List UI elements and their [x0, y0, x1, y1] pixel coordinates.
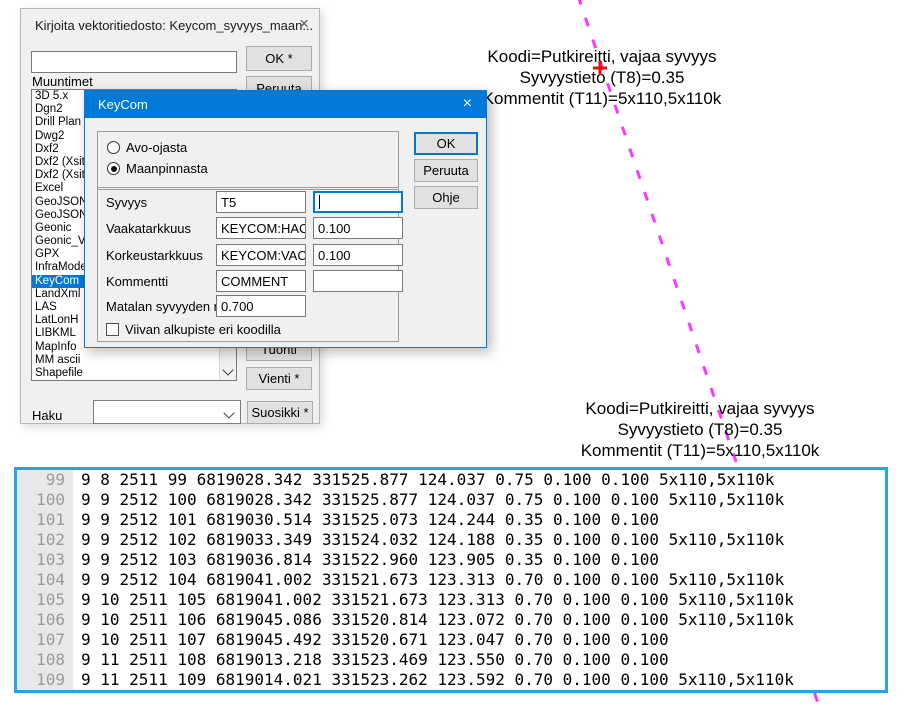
annotation-line: Syvyystieto (T8)=0.35	[462, 67, 742, 88]
annotation-line: Kommentit (T11)=5x110,5x110k	[560, 440, 840, 461]
keycom-titlebar[interactable]: KeyCom ×	[85, 91, 486, 118]
annotation-line: Kommentit (T11)=5x110,5x110k	[462, 88, 742, 109]
radio-avo-ojasta[interactable]: Avo-ojasta	[107, 139, 187, 156]
row-text: 9 11 2511 108 6819013.218 331523.469 123…	[73, 650, 669, 670]
table-row: 109 9 11 2511 109 6819014.021 331523.262…	[17, 670, 885, 690]
dialog-title: KeyCom	[98, 97, 148, 112]
row-text: 9 9 2512 102 6819033.349 331524.032 124.…	[73, 530, 784, 550]
hacc-value-input[interactable]: 0.100	[313, 217, 403, 239]
comment-label: Kommentti	[106, 274, 168, 289]
line-number: 105	[17, 590, 73, 610]
checkbox-icon[interactable]	[106, 323, 119, 336]
line-start-code-checkbox[interactable]: Viivan alkupiste eri koodilla	[106, 322, 281, 337]
line-number: 101	[17, 510, 73, 530]
cancel-button[interactable]: Peruuta	[414, 159, 478, 182]
radio-maanpinnasta[interactable]: Maanpinnasta	[107, 160, 208, 177]
annotation-line: Syvyystieto (T8)=0.35	[560, 419, 840, 440]
converter-list-item[interactable]: MM ascii	[32, 354, 220, 367]
text-caret	[319, 195, 320, 209]
favorite-button[interactable]: Suosikki *	[247, 401, 313, 424]
depth-label: Syvyys	[106, 195, 147, 210]
row-text: 9 9 2512 100 6819028.342 331525.877 124.…	[73, 490, 784, 510]
table-row: 105 9 10 2511 105 6819041.002 331521.673…	[17, 590, 885, 610]
line-number: 108	[17, 650, 73, 670]
table-row: 102 9 9 2512 102 6819033.349 331524.032 …	[17, 530, 885, 550]
radio-icon[interactable]	[107, 141, 120, 154]
table-row: 108 9 11 2511 108 6819013.218 331523.469…	[17, 650, 885, 670]
line-number: 106	[17, 610, 73, 630]
map-annotation: Koodi=Putkireitti, vajaa syvyysSyvyystie…	[462, 46, 742, 109]
row-text: 9 10 2511 107 6819045.492 331520.671 123…	[73, 630, 669, 650]
table-row: 101 9 9 2512 101 6819030.514 331525.073 …	[17, 510, 885, 530]
comment-code-input[interactable]: COMMENT	[216, 270, 306, 292]
row-text: 9 9 2512 104 6819041.002 331521.673 123.…	[73, 570, 784, 590]
table-row: 104 9 9 2512 104 6819041.002 331521.673 …	[17, 570, 885, 590]
checkbox-label: Viivan alkupiste eri koodilla	[125, 322, 281, 337]
vacc-value-input[interactable]: 0.100	[313, 244, 403, 266]
comment-value-input[interactable]	[313, 270, 403, 292]
search-label: Haku	[32, 408, 62, 423]
annotation-line: Koodi=Putkireitti, vajaa syvyys	[560, 398, 840, 419]
table-row: 107 9 10 2511 107 6819045.492 331520.671…	[17, 630, 885, 650]
row-text: 9 8 2511 99 6819028.342 331525.877 124.0…	[73, 470, 775, 490]
depth-value-input[interactable]	[313, 191, 403, 213]
vector-file-preview-table[interactable]: 99 9 8 2511 99 6819028.342 331525.877 12…	[14, 467, 888, 693]
table-row: 103 9 9 2512 103 6819036.814 331522.960 …	[17, 550, 885, 570]
row-text: 9 9 2512 103 6819036.814 331522.960 123.…	[73, 550, 659, 570]
keycom-settings-dialog: KeyCom × Avo-ojasta Maanpinnasta OK Peru…	[84, 90, 487, 348]
vacc-label: Korkeustarkkuus	[106, 248, 203, 263]
radio-label: Avo-ojasta	[126, 140, 187, 155]
row-text: 9 11 2511 109 6819014.021 331523.262 123…	[73, 670, 794, 690]
line-number: 107	[17, 630, 73, 650]
table-row: 99 9 8 2511 99 6819028.342 331525.877 12…	[17, 470, 885, 490]
line-number: 103	[17, 550, 73, 570]
hacc-code-input[interactable]: KEYCOM:HACC	[216, 217, 306, 239]
row-text: 9 9 2512 101 6819030.514 331525.073 124.…	[73, 510, 659, 530]
line-number: 100	[17, 490, 73, 510]
line-number: 104	[17, 570, 73, 590]
radio-label: Maanpinnasta	[126, 161, 208, 176]
annotation-line: Koodi=Putkireitti, vajaa syvyys	[462, 46, 742, 67]
chevron-down-icon[interactable]	[223, 407, 234, 418]
ok-button[interactable]: OK *	[246, 46, 312, 71]
depth-code-input[interactable]: T5	[216, 191, 306, 213]
fields-groupbox: Syvyys T5 Vaakatarkkuus KEYCOM:HACC 0.10…	[97, 187, 399, 342]
ok-button[interactable]: OK	[414, 132, 478, 155]
search-combobox[interactable]	[93, 400, 241, 424]
scroll-down-icon[interactable]	[222, 364, 233, 375]
map-annotation: Koodi=Putkireitti, vajaa syvyysSyvyystie…	[560, 398, 840, 461]
converters-label: Muuntimet	[32, 74, 93, 89]
converter-list-item[interactable]: Shapefile	[32, 367, 220, 380]
source-groupbox: Avo-ojasta Maanpinnasta	[97, 131, 399, 190]
row-text: 9 10 2511 105 6819041.002 331521.673 123…	[73, 590, 794, 610]
table-row: 106 9 10 2511 106 6819045.086 331520.814…	[17, 610, 885, 630]
help-button[interactable]: Ohje	[414, 186, 478, 209]
filename-input[interactable]	[31, 51, 237, 73]
dialog-title: Kirjoita vektoritiedosto: Keycom_syvyys_…	[35, 18, 313, 33]
row-text: 9 10 2511 106 6819045.086 331520.814 123…	[73, 610, 794, 630]
vacc-code-input[interactable]: KEYCOM:VACC	[216, 244, 306, 266]
close-icon[interactable]: ×	[299, 15, 309, 32]
export-button[interactable]: Vienti *	[246, 367, 312, 390]
close-icon[interactable]: ×	[463, 96, 472, 112]
shallow-depth-input[interactable]: 0.700	[216, 295, 306, 317]
line-number: 109	[17, 670, 73, 690]
radio-selected-icon[interactable]	[107, 162, 120, 175]
line-number: 99	[17, 470, 73, 490]
hacc-label: Vaakatarkkuus	[106, 221, 191, 236]
table-row: 100 9 9 2512 100 6819028.342 331525.877 …	[17, 490, 885, 510]
line-number: 102	[17, 530, 73, 550]
